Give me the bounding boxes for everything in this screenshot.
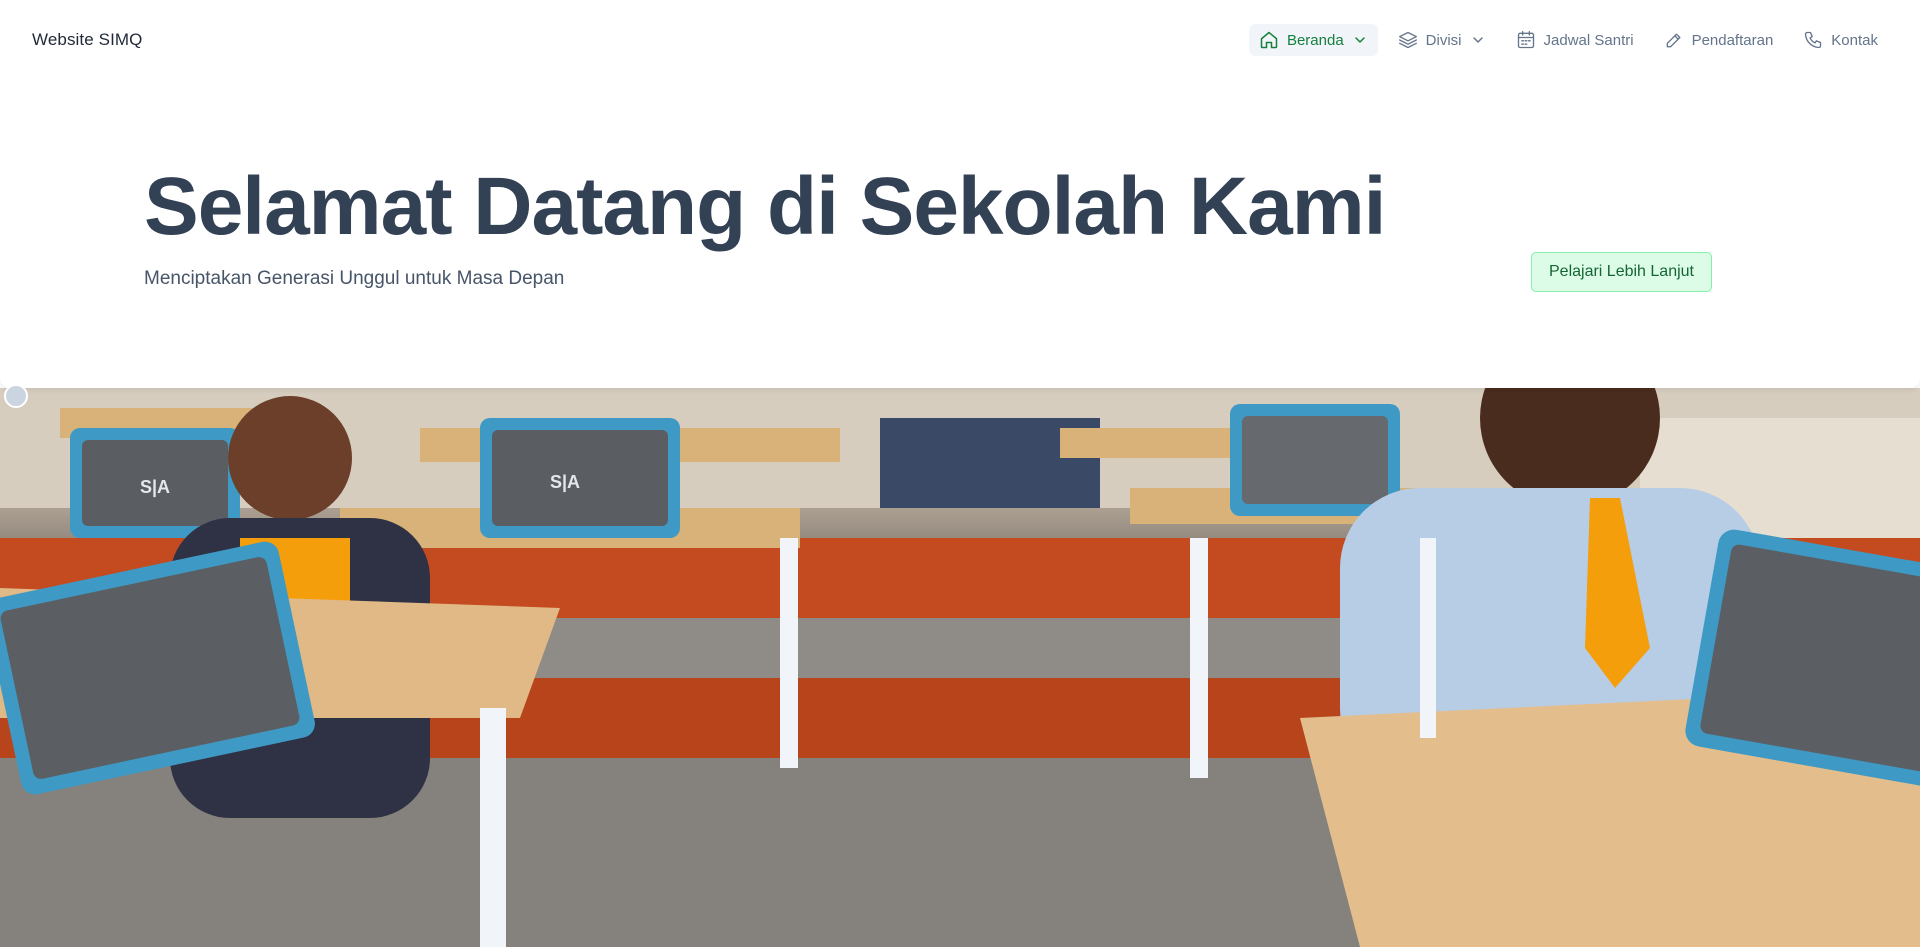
top-navbar: Website SIMQ Beranda Divisi Jadwal Santr… [0, 0, 1920, 80]
chevron-down-icon [1352, 32, 1368, 48]
nav-item-divisi[interactable]: Divisi [1388, 24, 1496, 56]
main-nav: Beranda Divisi Jadwal Santri Pendaftaran… [1248, 24, 1888, 56]
nav-item-label: Pendaftaran [1691, 31, 1774, 49]
nav-item-beranda[interactable]: Beranda [1248, 24, 1378, 56]
nav-item-label: Kontak [1831, 31, 1878, 49]
hero-title: Selamat Datang di Sekolah Kami [144, 161, 1386, 252]
site-brand[interactable]: Website SIMQ [32, 30, 142, 50]
nav-item-label: Jadwal Santri [1543, 31, 1634, 49]
nav-item-label: Beranda [1286, 31, 1344, 49]
phone-icon [1803, 30, 1823, 50]
pencil-icon [1664, 30, 1684, 50]
classroom-illustration: S|A S|A [0, 388, 1920, 947]
learn-more-button[interactable]: Pelajari Lebih Lanjut [1531, 252, 1712, 292]
hero-image: S|A S|A [0, 388, 1920, 947]
nav-item-kontak[interactable]: Kontak [1793, 24, 1888, 56]
home-icon [1259, 30, 1279, 50]
nav-item-pendaftaran[interactable]: Pendaftaran [1654, 24, 1784, 56]
avatar [4, 384, 28, 408]
svg-text:S|A: S|A [140, 477, 170, 497]
svg-text:S|A: S|A [550, 472, 580, 492]
nav-item-label: Divisi [1425, 31, 1462, 49]
chevron-down-icon [1470, 32, 1486, 48]
hero-subtitle: Menciptakan Generasi Unggul untuk Masa D… [144, 268, 565, 289]
layers-icon [1398, 30, 1418, 50]
nav-item-jadwal-santri[interactable]: Jadwal Santri [1506, 24, 1644, 56]
calendar-icon [1516, 30, 1536, 50]
